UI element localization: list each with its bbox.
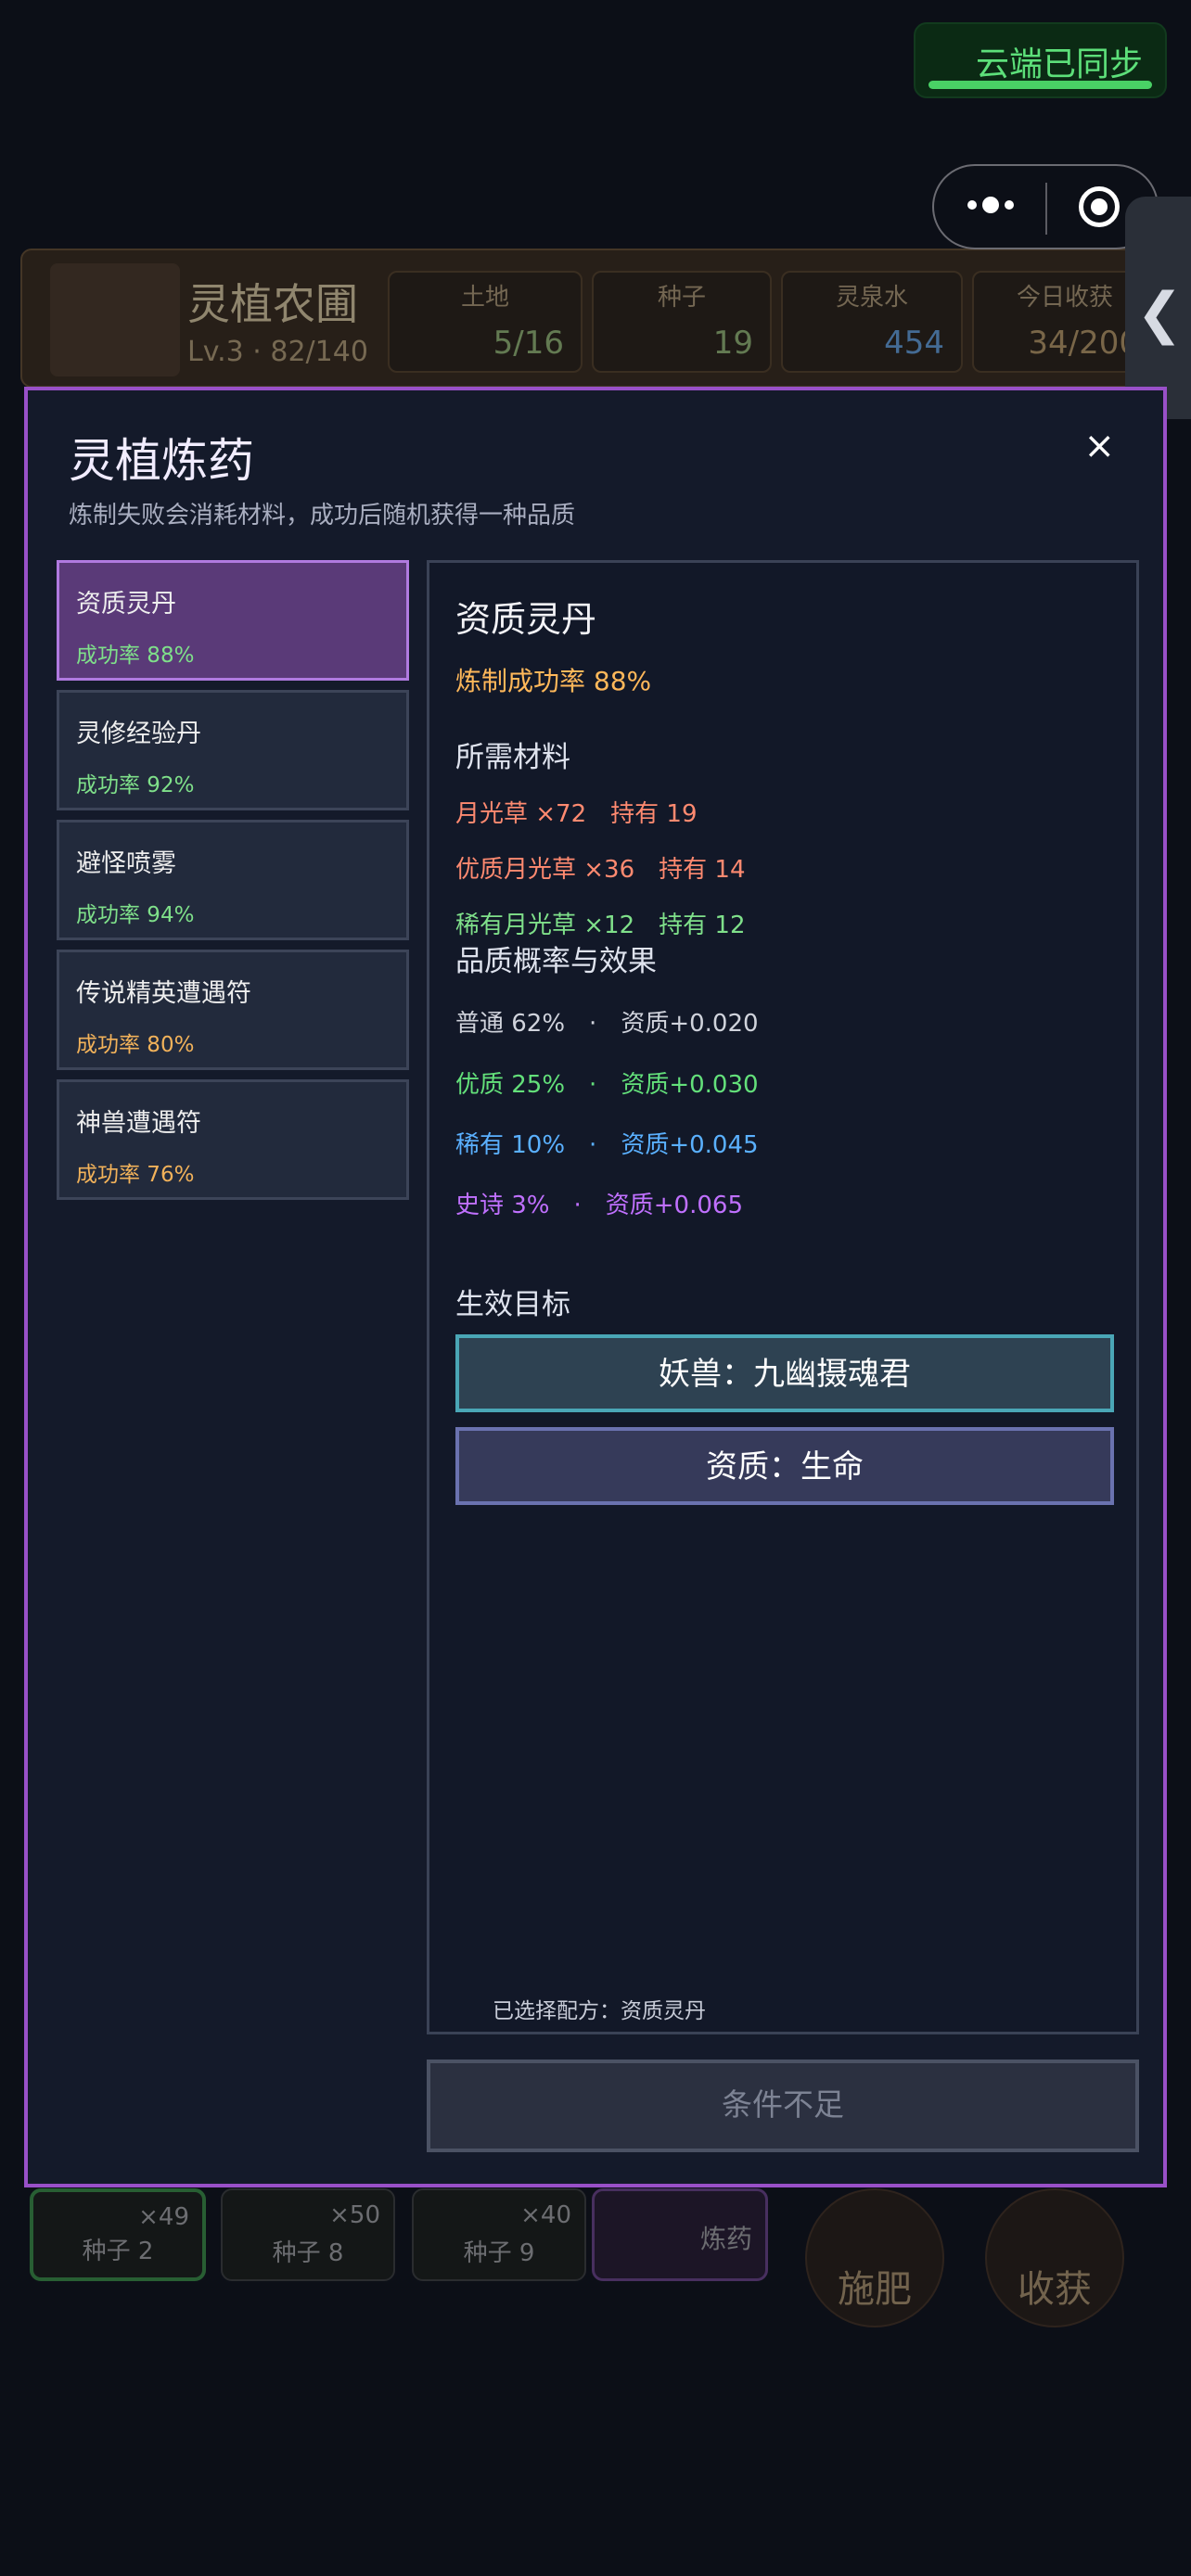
modal-title: 灵植炼药 (69, 434, 254, 488)
harvest-label: 收获 (1018, 2268, 1092, 2311)
seed-slot[interactable]: ×50 种子 8 (221, 2188, 395, 2281)
more-icon[interactable] (967, 197, 1014, 213)
recipe-detail-panel: 资质灵丹 炼制成功率 88% 所需材料 月光草 ×72 持有 19 优质月光草 … (427, 560, 1139, 2034)
farm-header: 灵植农圃 Lv.3 · 82/140 土地 5/16 种子 19 灵泉水 454… (20, 249, 1171, 388)
stat-seeds: 种子 19 (592, 271, 772, 373)
recipe-rate: 成功率 76% (76, 1163, 195, 1187)
stat-value: 5/16 (493, 325, 564, 362)
capsule-divider (1045, 183, 1047, 235)
recipe-rate: 成功率 80% (76, 1033, 195, 1057)
quality-title: 品质概率与效果 (455, 945, 657, 978)
cloud-sync-badge: 云端已同步 (914, 22, 1167, 98)
recipe-name: 神兽遭遇符 (76, 1109, 201, 1138)
alchemy-label: 炼药 (699, 2224, 752, 2254)
sync-progress-bar (928, 81, 1152, 89)
material-row: 优质月光草 ×36 持有 14 (455, 856, 746, 884)
stat-water: 灵泉水 454 (781, 271, 963, 373)
craft-button[interactable]: 条件不足 (427, 2060, 1139, 2152)
recipe-name: 避怪喷雾 (76, 849, 176, 878)
seed-name: 种子 8 (272, 2239, 344, 2267)
farm-title: 灵植农圃 (187, 279, 358, 329)
stat-label: 灵泉水 (835, 284, 908, 312)
selected-recipe-label: 已选择配方：资质灵丹 (493, 1999, 706, 2023)
seed-slot[interactable]: ×49 种子 2 (30, 2188, 206, 2281)
stat-land: 土地 5/16 (388, 271, 583, 373)
recipe-item[interactable]: 传说精英遭遇符 成功率 80% (57, 950, 409, 1070)
detail-success-rate: 炼制成功率 88% (455, 666, 652, 696)
harvest-button[interactable]: 收获 (985, 2188, 1124, 2327)
recipe-list: 资质灵丹 成功率 88% 灵修经验丹 成功率 92% 避怪喷雾 成功率 94% … (57, 560, 409, 1209)
quality-row: 稀有 10% · 资质+0.045 (455, 1131, 759, 1159)
target-stat-button[interactable]: 资质：生命 (455, 1427, 1114, 1505)
materials-title: 所需材料 (455, 741, 570, 774)
recipe-item[interactable]: 神兽遭遇符 成功率 76% (57, 1079, 409, 1200)
quality-row: 优质 25% · 资质+0.030 (455, 1071, 759, 1099)
recipe-item[interactable]: 避怪喷雾 成功率 94% (57, 820, 409, 940)
seed-count: ×49 (138, 2203, 189, 2231)
alchemy-modal: 灵植炼药 炼制失败会消耗材料，成功后随机获得一种品质 × 资质灵丹 成功率 88… (24, 387, 1167, 2187)
target-title: 生效目标 (455, 1288, 570, 1321)
recipe-item[interactable]: 资质灵丹 成功率 88% (57, 560, 409, 681)
material-row: 稀有月光草 ×12 持有 12 (455, 912, 746, 939)
close-miniprogram-icon[interactable] (1079, 186, 1120, 227)
recipe-name: 资质灵丹 (76, 590, 176, 618)
quality-row: 普通 62% · 资质+0.020 (455, 1010, 759, 1038)
recipe-rate: 成功率 88% (76, 644, 195, 668)
quality-row: 史诗 3% · 资质+0.065 (455, 1192, 743, 1219)
side-drawer-tab[interactable]: ❮ (1125, 197, 1191, 419)
farm-house-icon (50, 263, 180, 376)
stat-value: 19 (712, 325, 753, 362)
seed-slot[interactable]: ×40 种子 9 (412, 2188, 586, 2281)
fertilize-button[interactable]: 施肥 (805, 2188, 944, 2327)
recipe-name: 传说精英遭遇符 (76, 979, 251, 1008)
material-row: 月光草 ×72 持有 19 (455, 800, 698, 828)
alchemy-slot[interactable]: 炼药 (592, 2188, 768, 2281)
recipe-rate: 成功率 94% (76, 903, 195, 927)
stat-label: 种子 (657, 284, 706, 312)
fertilize-label: 施肥 (838, 2268, 912, 2311)
farm-level: Lv.3 · 82/140 (187, 336, 368, 368)
recipe-rate: 成功率 92% (76, 773, 195, 797)
recipe-item[interactable]: 灵修经验丹 成功率 92% (57, 690, 409, 810)
recipe-name: 灵修经验丹 (76, 720, 201, 748)
sync-label: 云端已同步 (975, 45, 1143, 83)
modal-subtitle: 炼制失败会消耗材料，成功后随机获得一种品质 (69, 502, 576, 529)
stat-value: 34/200 (1028, 325, 1139, 362)
chevron-left-icon: ❮ (1136, 281, 1184, 346)
seed-count: ×40 (520, 2201, 571, 2229)
seed-count: ×50 (329, 2201, 380, 2229)
close-button[interactable]: × (1083, 427, 1115, 465)
seed-name: 种子 9 (463, 2239, 535, 2267)
detail-recipe-name: 资质灵丹 (455, 599, 597, 640)
seed-name: 种子 2 (82, 2238, 154, 2265)
stat-label: 土地 (460, 284, 509, 312)
target-monster-button[interactable]: 妖兽：九幽摄魂君 (455, 1334, 1114, 1412)
stat-value: 454 (884, 325, 944, 362)
